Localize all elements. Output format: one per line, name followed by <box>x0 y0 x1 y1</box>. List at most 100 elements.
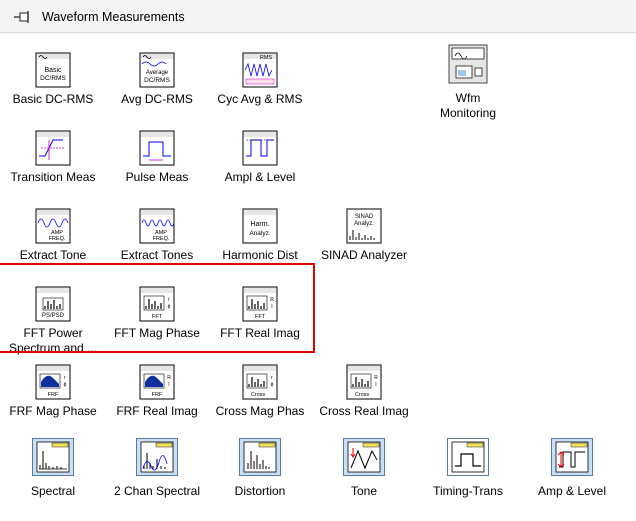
palette-item-amp-level[interactable]: Amp & Level <box>520 438 624 498</box>
palette-item-pulse-meas[interactable]: Pulse Meas <box>105 130 209 190</box>
extract-tones-icon: AMP FREQ. <box>139 208 175 244</box>
svg-text:SINAD: SINAD <box>355 214 374 220</box>
palette-item-cyc-avg-rms[interactable]: RMS Cyc Avg & RMS <box>208 52 312 112</box>
palette-item-harmonic-dist[interactable]: Harm. Analyz. Harmonic Dist <box>208 208 312 268</box>
svg-text:FREQ.: FREQ. <box>153 236 170 242</box>
palette-item-fft-mag-phase[interactable]: r ϕ FFT FFT Mag Phase <box>105 286 209 346</box>
palette-item-extract-tones[interactable]: AMP FREQ. Extract Tones <box>105 208 209 268</box>
palette-item-extract-tone[interactable]: AMP FREQ. Extract Tone <box>1 208 105 268</box>
frf-real-imag-label: FRF Real Imag <box>116 404 198 418</box>
svg-text:R: R <box>167 375 171 381</box>
svg-text:I: I <box>375 382 376 388</box>
palette-title: Waveform Measurements <box>42 10 185 24</box>
fft-power-spectrum-icon: PS/PSD <box>35 286 71 322</box>
sinad-analyzer-label: SINAD Analyzer <box>320 248 408 262</box>
svg-text:FRF: FRF <box>152 392 163 398</box>
pushpin-icon[interactable] <box>13 8 33 26</box>
tone-icon <box>343 438 385 476</box>
svg-text:Analyz.: Analyz. <box>354 221 374 227</box>
svg-text:Basic: Basic <box>44 67 62 74</box>
svg-text:FRF: FRF <box>48 392 59 398</box>
palette-item-sinad-analyzer[interactable]: SINAD Analyz. SINAD Analyzer <box>312 208 416 268</box>
cyc-avg-rms-label: Cyc Avg & RMS <box>217 92 303 106</box>
pulse-meas-label: Pulse Meas <box>125 170 189 184</box>
avg-dc-rms-icon: Average DC/RMS <box>139 52 175 88</box>
svg-text:I: I <box>271 304 272 310</box>
pulse-meas-icon <box>139 130 175 166</box>
svg-text:R: R <box>374 375 378 381</box>
frf-mag-phase-icon: r ϕ FRF <box>35 364 71 400</box>
frf-mag-phase-label: FRF Mag Phase <box>9 404 97 418</box>
timing-trans-icon <box>447 438 489 476</box>
distortion-icon <box>239 438 281 476</box>
tone-label: Tone <box>350 484 378 498</box>
svg-text:FFT: FFT <box>152 314 163 320</box>
palette-item-frf-mag-phase[interactable]: r ϕ FRF FRF Mag Phase <box>1 364 105 424</box>
svg-text:ϕ: ϕ <box>168 304 171 310</box>
amp-level-label: Amp & Level <box>537 484 607 498</box>
svg-text:Cross: Cross <box>355 392 370 398</box>
extract-tones-label: Extract Tones <box>120 248 194 262</box>
extract-tone-icon: AMP FREQ. <box>35 208 71 244</box>
cross-mag-phas-label: Cross Mag Phas <box>215 404 305 418</box>
transition-meas-label: Transition Meas <box>10 170 96 184</box>
svg-text:DC/RMS: DC/RMS <box>144 77 170 84</box>
svg-text:R: R <box>270 297 274 303</box>
palette-item-ampl-level[interactable]: Ampl & Level <box>208 130 312 190</box>
svg-text:Average: Average <box>146 70 169 76</box>
timing-trans-label: Timing-Trans <box>433 484 503 498</box>
fft-mag-phase-label: FFT Mag Phase <box>114 326 200 340</box>
palette-item-cross-real-imag[interactable]: R I Cross Cross Real Imag <box>312 364 416 424</box>
fft-real-imag-label: FFT Real Imag <box>220 326 300 340</box>
cross-real-imag-icon: R I Cross <box>346 364 382 400</box>
svg-text:Cross: Cross <box>251 392 266 398</box>
palette-item-frf-real-imag[interactable]: R I FRF FRF Real Imag <box>105 364 209 424</box>
svg-text:RMS: RMS <box>260 55 273 61</box>
palette-item-tone[interactable]: Tone <box>312 438 416 498</box>
palette-titlebar: Waveform Measurements <box>0 0 636 33</box>
fft-real-imag-icon: R I FFT <box>242 286 278 322</box>
palette-item-fft-real-imag[interactable]: R I FFT FFT Real Imag <box>208 286 312 346</box>
palette-item-transition-meas[interactable]: Transition Meas <box>1 130 105 190</box>
fft-power-spectrum-label: FFT Power Spectrum and ... <box>8 326 98 355</box>
svg-text:ϕ: ϕ <box>64 382 67 388</box>
cross-real-imag-label: Cross Real Imag <box>319 404 409 418</box>
svg-text:Analyz.: Analyz. <box>249 230 271 237</box>
spectral-icon <box>32 438 74 476</box>
avg-dc-rms-label: Avg DC-RMS <box>121 92 193 106</box>
palette-item-basic-dc-rms[interactable]: Basic DC/RMS Basic DC-RMS <box>1 52 105 112</box>
amp-level-icon <box>551 438 593 476</box>
ampl-level-label: Ampl & Level <box>224 170 296 184</box>
svg-text:I: I <box>168 382 169 388</box>
palette-item-spectral[interactable]: Spectral <box>1 438 105 498</box>
svg-text:FREQ.: FREQ. <box>49 236 66 242</box>
cross-mag-phas-icon: r ϕ Cross <box>242 364 278 400</box>
palette-item-timing-trans[interactable]: Timing-Trans <box>416 438 520 498</box>
harmonic-dist-label: Harmonic Dist <box>222 248 298 262</box>
sinad-analyzer-icon: SINAD Analyz. <box>346 208 382 244</box>
palette-item-distortion[interactable]: Distortion <box>208 438 312 498</box>
palette-item-fft-power-spectrum[interactable]: PS/PSD FFT Power Spectrum and ... <box>1 286 105 355</box>
frf-real-imag-icon: R I FRF <box>139 364 175 400</box>
transition-meas-icon <box>35 130 71 166</box>
wfm-monitoring-label: Wfm Monitoring <box>439 91 497 120</box>
palette-item-wfm-monitoring[interactable]: Wfm Monitoring <box>416 44 520 120</box>
svg-text:Harm.: Harm. <box>250 221 269 228</box>
two-chan-spectral-icon <box>136 438 178 476</box>
basic-dc-rms-icon: Basic DC/RMS <box>35 52 71 88</box>
svg-text:FFT: FFT <box>255 314 266 320</box>
cyc-avg-rms-icon: RMS <box>242 52 278 88</box>
svg-text:PS/PSD: PS/PSD <box>42 313 65 319</box>
svg-text:DC/RMS: DC/RMS <box>40 75 66 82</box>
palette-item-cross-mag-phas[interactable]: r ϕ Cross Cross Mag Phas <box>208 364 312 424</box>
wfm-monitoring-icon <box>448 44 488 84</box>
extract-tone-label: Extract Tone <box>19 248 87 262</box>
harmonic-dist-icon: Harm. Analyz. <box>242 208 278 244</box>
palette-item-two-chan-spectral[interactable]: 2 Chan Spectral <box>105 438 209 498</box>
distortion-label: Distortion <box>234 484 286 498</box>
svg-text:ϕ: ϕ <box>271 382 274 388</box>
palette-item-avg-dc-rms[interactable]: Average DC/RMS Avg DC-RMS <box>105 52 209 112</box>
fft-mag-phase-icon: r ϕ FFT <box>139 286 175 322</box>
basic-dc-rms-label: Basic DC-RMS <box>12 92 94 106</box>
spectral-label: Spectral <box>30 484 76 498</box>
